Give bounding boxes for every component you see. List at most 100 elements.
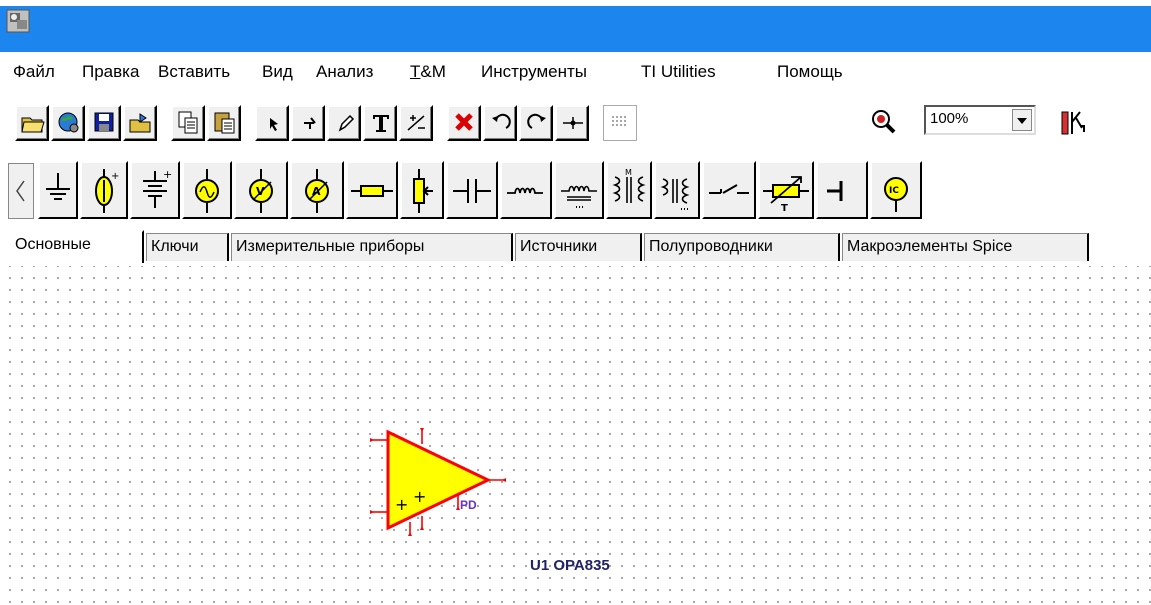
capacitor-icon	[453, 179, 491, 203]
switch-component[interactable]	[702, 161, 756, 219]
sine-source-icon	[195, 169, 219, 213]
pointer-icon	[270, 118, 278, 131]
wire-tool-button[interactable]	[291, 105, 325, 141]
inductor-icon	[507, 187, 543, 194]
coupled-inductor-component[interactable]	[554, 161, 604, 219]
tab-switches[interactable]: Ключи	[146, 233, 229, 261]
ground-component[interactable]	[38, 161, 78, 219]
svg-text:T: T	[781, 203, 788, 214]
copy-button[interactable]	[171, 105, 205, 141]
select-tool-button[interactable]	[255, 105, 289, 141]
tab-semiconductors[interactable]: Полупроводники	[644, 233, 840, 261]
svg-text:V: V	[256, 185, 265, 198]
thermistor-component[interactable]: T	[758, 161, 814, 219]
grid-icon	[612, 116, 626, 126]
voltage-source-icon: +	[95, 169, 119, 213]
tab-basic[interactable]: Основные	[9, 230, 144, 263]
component-tabs: Основные Ключи Измерительные приборы Ист…	[0, 230, 1151, 266]
open-macro-button[interactable]	[123, 105, 157, 141]
magnifier-icon	[872, 110, 896, 134]
folder-open-icon	[21, 117, 45, 133]
app-icon[interactable]	[5, 8, 33, 36]
tab-meters[interactable]: Измерительные приборы	[231, 233, 513, 261]
junction-icon	[563, 117, 583, 129]
menu-analysis[interactable]: Анализ	[316, 62, 373, 82]
tab-label: Источники	[520, 238, 598, 255]
component-palette: + + V A M T IC	[0, 155, 1151, 235]
core-inductor-icon	[561, 185, 597, 208]
zoom-button[interactable]	[867, 105, 901, 141]
floppy-icon	[94, 112, 114, 132]
delete-button[interactable]	[447, 105, 481, 141]
inductor-component[interactable]	[500, 161, 552, 219]
ideal-transformer-component[interactable]	[654, 161, 700, 219]
opamp-component[interactable]: + +	[370, 428, 520, 538]
svg-text:IC: IC	[889, 186, 899, 196]
pencil-tool-button[interactable]	[327, 105, 361, 141]
svg-text:A: A	[312, 185, 321, 198]
chevron-left-icon	[16, 180, 25, 202]
ammeter-icon: A	[305, 169, 329, 213]
fast-analysis-button[interactable]	[1055, 105, 1089, 141]
zoom-value: 100%	[930, 110, 969, 127]
red-x-icon	[455, 113, 473, 131]
text-icon	[373, 115, 389, 132]
open-web-button[interactable]	[51, 105, 85, 141]
menu-tools[interactable]: Инструменты	[481, 62, 587, 82]
rotate-right-button[interactable]	[519, 105, 553, 141]
tab-label: Основные	[15, 236, 91, 253]
chevron-down-icon	[1017, 118, 1027, 124]
save-button[interactable]	[87, 105, 121, 141]
tab-spice-macros[interactable]: Макроэлементы Spice	[842, 233, 1089, 261]
ideal-transformer-icon	[660, 178, 690, 210]
menu-edit[interactable]: Правка	[82, 62, 139, 82]
paste-icon	[214, 112, 235, 134]
opamp-pin-label: PD	[460, 498, 477, 512]
resistor-component[interactable]	[346, 161, 398, 219]
graphics-tool-button[interactable]	[399, 105, 433, 141]
ic-component[interactable]: IC	[870, 161, 922, 219]
tab-sources[interactable]: Источники	[515, 233, 642, 261]
node-button[interactable]	[555, 105, 589, 141]
svg-text:+: +	[395, 495, 408, 514]
potentiometer-component[interactable]	[400, 161, 444, 219]
svg-text:+: +	[163, 168, 172, 181]
potentiometer-icon	[413, 169, 433, 213]
capacitor-component[interactable]	[446, 161, 498, 219]
menu-bar: Файл Правка Вставить Вид Анализ T&M Инст…	[0, 53, 1151, 91]
menu-tm[interactable]: T&M	[410, 62, 446, 82]
menu-ti-utilities[interactable]: TI Utilities	[641, 62, 716, 82]
variable-resistor-icon: T	[763, 176, 809, 214]
menu-file[interactable]: Файл	[13, 62, 55, 82]
tab-label: Ключи	[151, 238, 199, 255]
paste-button[interactable]	[207, 105, 241, 141]
resistor-icon	[351, 185, 393, 197]
ac-source-component[interactable]	[182, 161, 232, 219]
globe-icon	[58, 112, 79, 133]
zoom-dropdown-button[interactable]	[1012, 109, 1032, 131]
menu-help[interactable]: Помощь	[777, 62, 843, 82]
open-file-button[interactable]	[15, 105, 49, 141]
rotate-right-icon	[527, 113, 546, 129]
title-bar-background	[0, 6, 1151, 52]
tab-label: Макроэлементы Spice	[847, 238, 1013, 255]
text-tool-button[interactable]	[363, 105, 397, 141]
voltmeter-component[interactable]: V	[234, 161, 288, 219]
pencil-icon	[338, 114, 355, 132]
grid-toggle-button[interactable]	[603, 105, 637, 141]
battery-component[interactable]: +	[80, 161, 128, 219]
wire-end-component[interactable]	[816, 161, 868, 219]
zoom-select[interactable]: 100%	[924, 105, 1036, 135]
rotate-left-button[interactable]	[483, 105, 517, 141]
transformer-component[interactable]: M	[606, 161, 652, 219]
schematic-canvas[interactable]: + +	[0, 266, 1151, 605]
palette-scroll-left-button[interactable]	[8, 163, 34, 219]
wire-icon	[304, 117, 316, 129]
ammeter-component[interactable]: A	[290, 161, 344, 219]
menu-view[interactable]: Вид	[262, 62, 293, 82]
title-bar	[0, 0, 1151, 53]
component-ref-label[interactable]: U1 OPA835	[530, 557, 610, 574]
folder-arrow-icon	[129, 113, 151, 133]
dc-source-component[interactable]: +	[130, 161, 180, 219]
menu-insert[interactable]: Вставить	[158, 62, 230, 82]
